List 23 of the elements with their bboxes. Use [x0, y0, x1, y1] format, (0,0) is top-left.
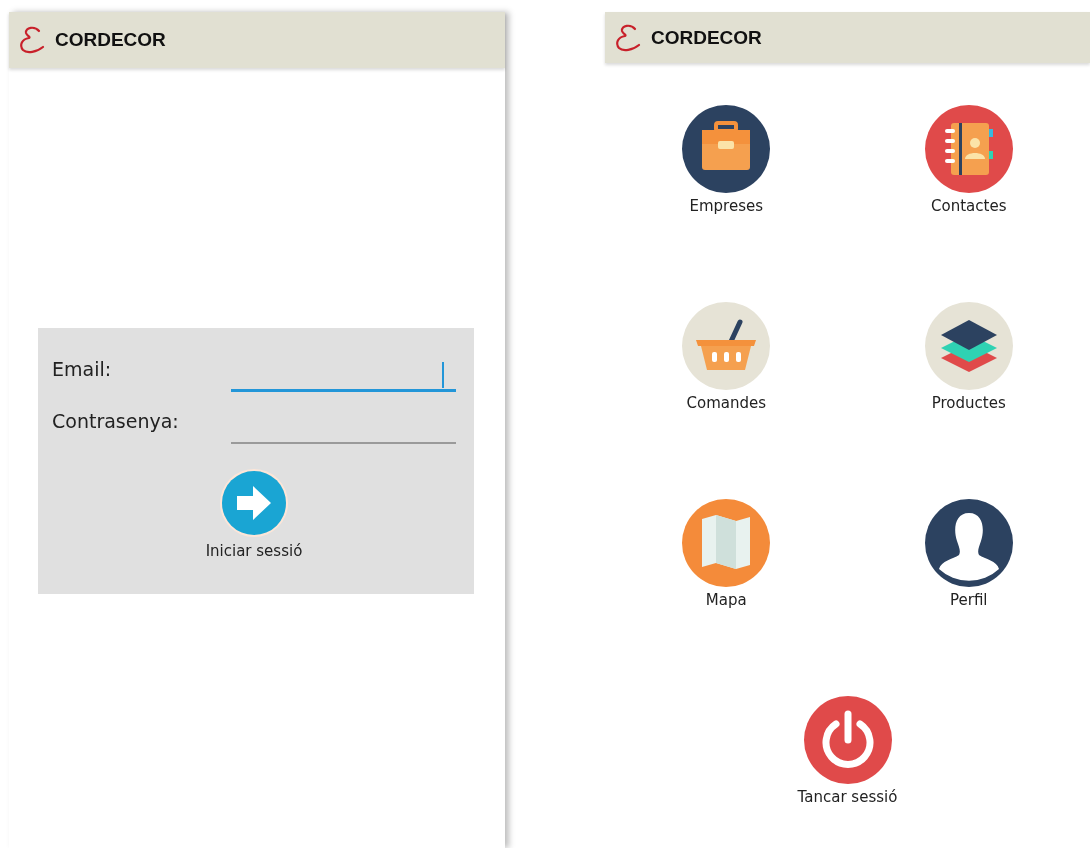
menu-item[interactable]: Comandes — [605, 302, 848, 454]
menu-item[interactable]: Productes — [847, 302, 1090, 454]
power-icon — [803, 696, 892, 784]
menu-item[interactable]: Mapa — [605, 499, 848, 651]
app-title: CORDECOR — [651, 26, 762, 49]
map-icon — [682, 499, 771, 587]
field-label: Email: — [52, 358, 112, 380]
menu-item[interactable]: Contactes — [847, 105, 1090, 257]
input-field[interactable] — [231, 360, 456, 392]
logo-icon — [613, 22, 643, 53]
logout-button[interactable]: Tancar sessió — [605, 696, 1090, 848]
menu-item[interactable]: Perfil — [847, 499, 1090, 651]
login-button[interactable]: Iniciar sessió — [205, 468, 303, 560]
arrow-icon — [219, 468, 289, 538]
menu-item[interactable]: Empreses — [605, 105, 848, 257]
layers-icon — [924, 302, 1013, 390]
app-title: CORDECOR — [55, 29, 166, 51]
field-label: Contrasenya: — [52, 410, 179, 432]
logo-icon — [17, 25, 47, 55]
person-icon — [924, 499, 1013, 587]
briefcase-icon — [682, 105, 771, 193]
basket-icon — [682, 302, 771, 390]
address-book-icon — [924, 105, 1013, 193]
